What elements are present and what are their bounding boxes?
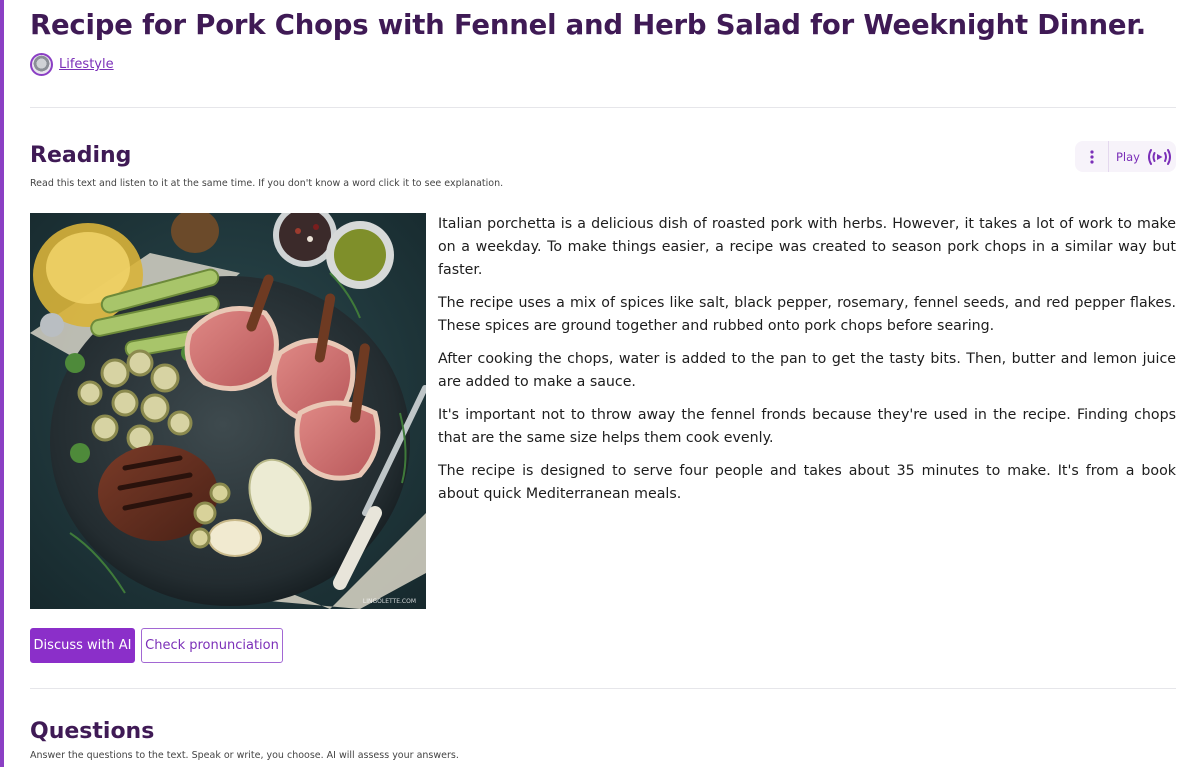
questions-title: Questions — [30, 719, 155, 744]
recipe-illustration: LINGOLETTE.COM — [30, 213, 426, 609]
paragraph-2[interactable]: The recipe uses a mix of spices like sal… — [438, 292, 1176, 338]
audio-player: Play — [1075, 141, 1176, 172]
category-tag[interactable]: Lifestyle — [30, 53, 114, 76]
reading-title: Reading — [30, 143, 132, 168]
discuss-with-ai-button[interactable]: Discuss with AI — [30, 628, 135, 663]
paragraph-5[interactable]: The recipe is designed to serve four peo… — [438, 460, 1176, 506]
play-broadcast-icon — [1147, 148, 1171, 165]
image-watermark: LINGOLETTE.COM — [363, 598, 416, 605]
check-pronunciation-button[interactable]: Check pronunciation — [141, 628, 283, 663]
paragraph-1[interactable]: Italian porchetta is a delicious dish of… — [438, 213, 1176, 282]
play-button[interactable]: Play — [1109, 148, 1172, 166]
play-label: Play — [1116, 149, 1140, 164]
page-title: Recipe for Pork Chops with Fennel and He… — [30, 9, 1147, 41]
left-accent-bar — [0, 0, 4, 767]
kebab-menu-icon[interactable] — [1075, 141, 1109, 172]
reading-divider — [30, 688, 1176, 689]
reading-instructions: Read this text and listen to it at the s… — [30, 178, 504, 189]
lifestyle-avatar-icon — [30, 53, 53, 76]
paragraph-4[interactable]: It's important not to throw away the fen… — [438, 404, 1176, 450]
category-link[interactable]: Lifestyle — [59, 57, 114, 72]
header-divider — [30, 107, 1176, 108]
reading-text: Italian porchetta is a delicious dish of… — [438, 213, 1176, 516]
paragraph-3[interactable]: After cooking the chops, water is added … — [438, 348, 1176, 394]
questions-instructions: Answer the questions to the text. Speak … — [30, 750, 459, 761]
